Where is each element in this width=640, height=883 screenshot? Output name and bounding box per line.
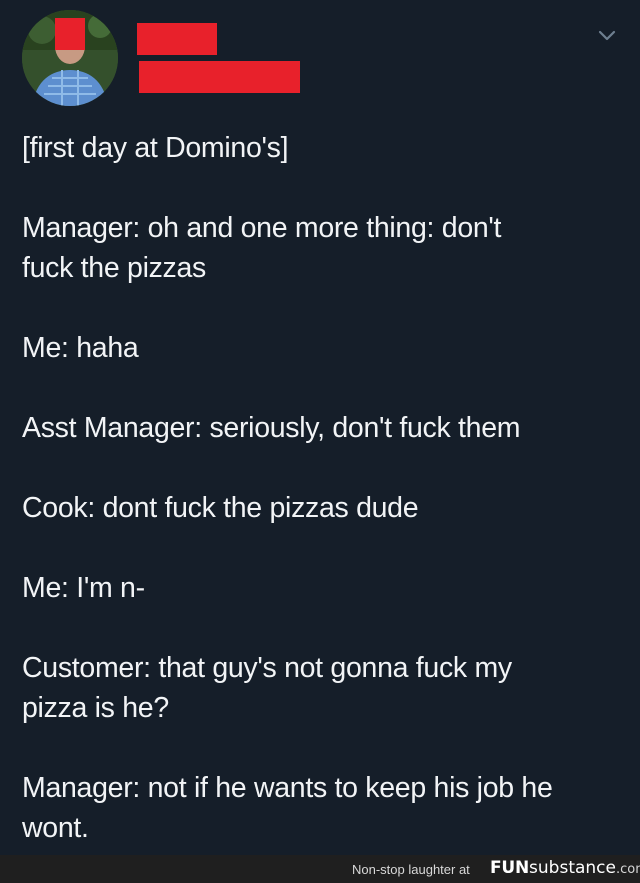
brand-bold: FUN — [490, 858, 530, 878]
avatar-redaction — [55, 18, 85, 50]
tweet-line: Asst Manager: seriously, don't fuck them — [22, 412, 521, 444]
tweet-line: Cook: dont fuck the pizzas dude — [22, 492, 419, 524]
tweet-line: Me: I'm n- — [22, 572, 145, 604]
redacted-display-name — [137, 23, 217, 55]
tweet-body: [first day at Domino's] Manager: oh and … — [22, 128, 622, 883]
tweet-screenshot: [first day at Domino's] Manager: oh and … — [0, 0, 640, 883]
tweet-line: Customer: that guy's not gonna fuck my p… — [22, 652, 512, 724]
chevron-down-icon[interactable] — [596, 28, 618, 44]
tweet-line: Manager: not if he wants to keep his job… — [22, 772, 553, 844]
brand-light: substance — [529, 858, 616, 878]
watermark-footer: Non-stop laughter at FUNsubstance.com — [0, 855, 640, 883]
site-brand[interactable]: FUNsubstance.com — [490, 858, 640, 880]
tweet-line: Manager: oh and one more thing: don't fu… — [22, 212, 502, 284]
redacted-username — [139, 61, 300, 93]
tweet-line: Me: haha — [22, 332, 139, 364]
footer-caption: Non-stop laughter at — [352, 862, 470, 877]
brand-tld: .com — [616, 862, 640, 877]
avatar[interactable] — [22, 10, 118, 106]
tweet-line: [first day at Domino's] — [22, 132, 289, 164]
avatar-image — [22, 10, 118, 106]
